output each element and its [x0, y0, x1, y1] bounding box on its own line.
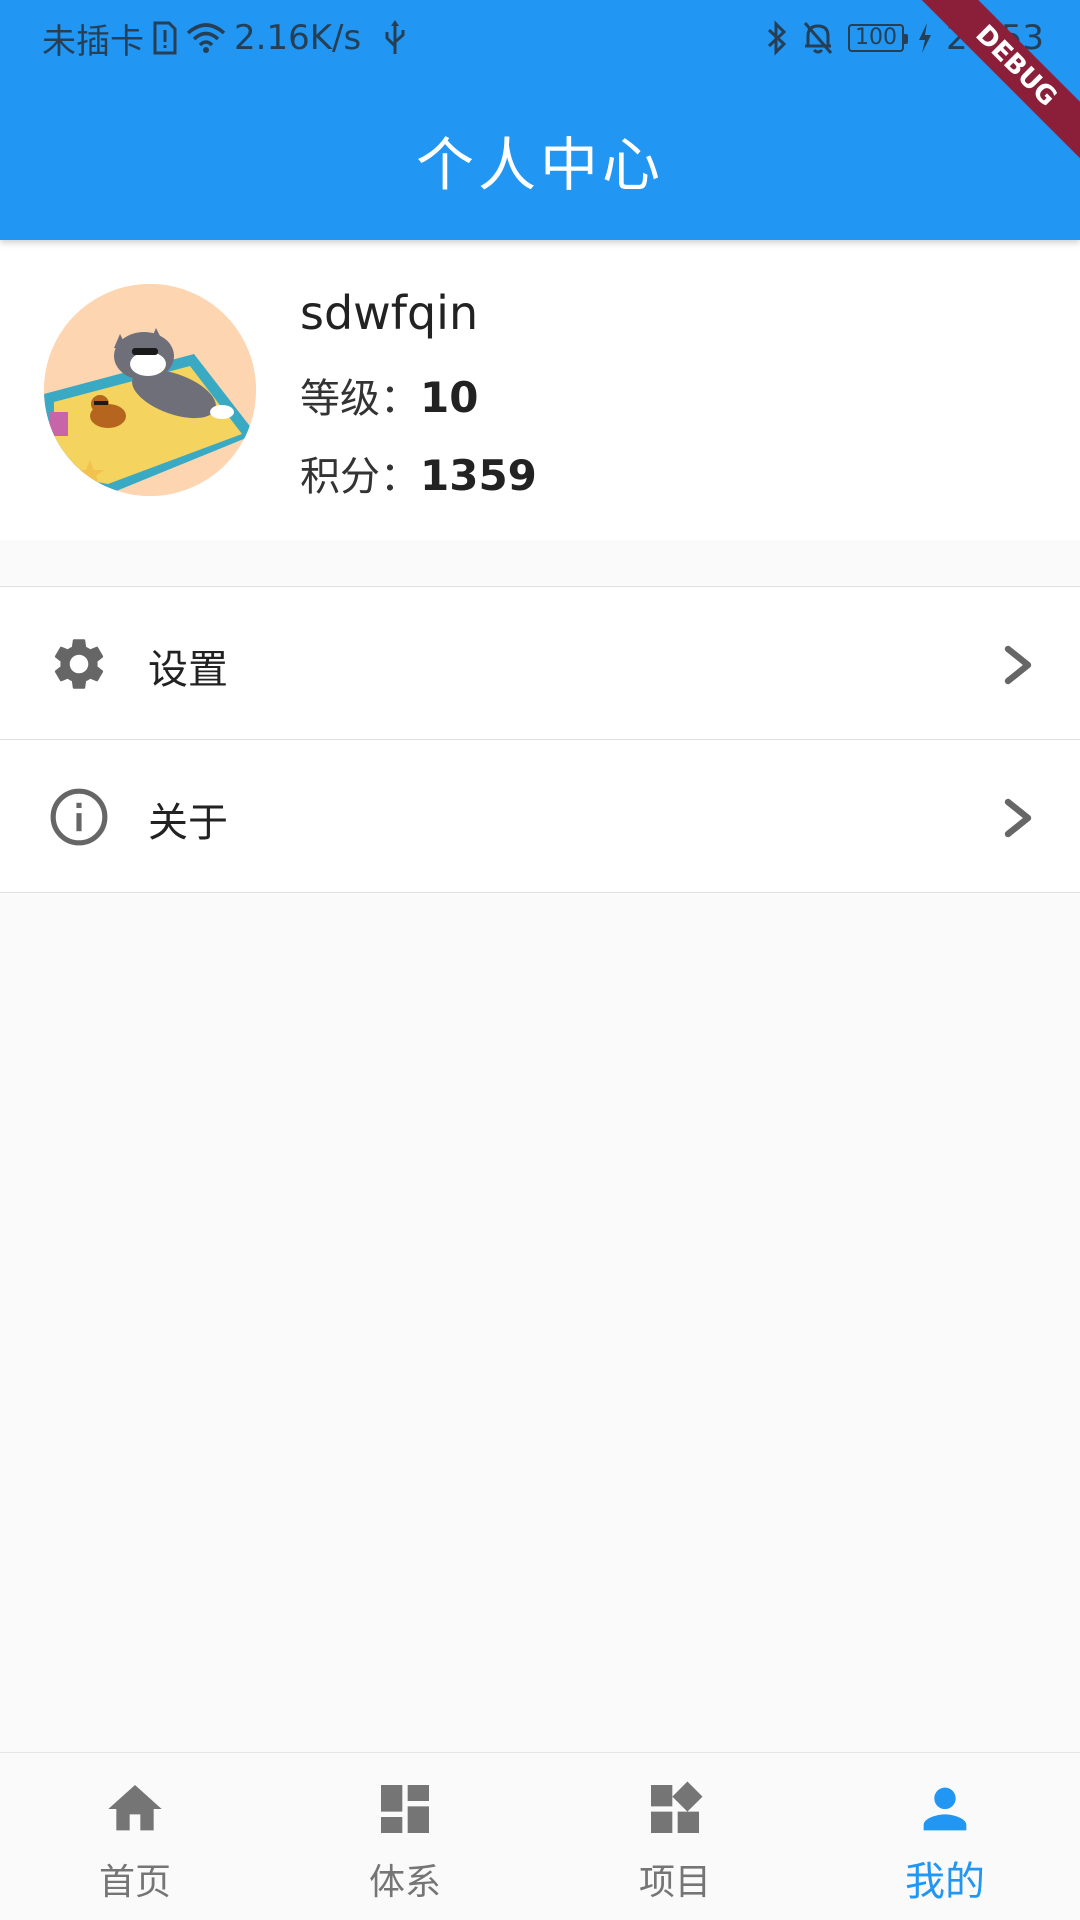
avatar[interactable]: [44, 284, 256, 496]
person-icon: [923, 1787, 967, 1831]
bluetooth-icon: [766, 20, 788, 56]
network-speed-text: 2.16K/s: [234, 18, 362, 58]
menu-item-settings-label: 设置: [148, 647, 228, 693]
avatar-image: [44, 284, 256, 496]
usb-icon: [383, 20, 407, 56]
app-bar: 未插卡 2.16K/s 100 个人中心 DEBUG: [0, 0, 1080, 240]
points-label: 积分：: [300, 454, 420, 500]
page-title: 个人中心: [415, 131, 664, 199]
user-name: sdwfqin: [300, 286, 479, 340]
menu-item-about-label: 关于: [148, 800, 228, 846]
nav-item-projects[interactable]: 项目: [540, 1753, 810, 1920]
menu-item-about[interactable]: 关于: [0, 740, 1080, 893]
nav-item-mine[interactable]: 我的: [810, 1753, 1080, 1920]
charging-icon: [918, 23, 932, 53]
nav-item-home[interactable]: 首页: [0, 1753, 270, 1920]
status-bar: 未插卡 2.16K/s 100: [0, 0, 1080, 76]
points-value: 1359: [420, 451, 537, 500]
chevron-right-icon: [1004, 645, 1032, 685]
level-value: 10: [420, 373, 479, 422]
menu-item-settings[interactable]: 设置: [0, 587, 1080, 740]
level-label: 等级：: [300, 376, 420, 422]
nav-item-home-label: 首页: [98, 1862, 171, 1903]
info-icon: [50, 788, 108, 846]
sim-alert-icon: [152, 21, 178, 55]
profile-card[interactable]: sdwfqin 等级： 10 积分： 1359: [0, 240, 1080, 540]
widgets-icon: [651, 1781, 703, 1833]
carrier-text: 未插卡: [42, 21, 144, 62]
mute-bell-icon: [802, 20, 834, 56]
points-row: 积分： 1359: [300, 444, 537, 502]
dashboard-icon: [381, 1785, 429, 1833]
gear-icon: [54, 639, 104, 689]
home-icon: [108, 1785, 162, 1831]
wifi-icon: [186, 21, 226, 55]
settings-menu: 设置 关于: [0, 586, 1080, 893]
nav-item-system[interactable]: 体系: [270, 1753, 540, 1920]
level-row: 等级： 10: [300, 366, 478, 424]
nav-item-mine-label: 我的: [905, 1859, 985, 1905]
nav-item-system-label: 体系: [368, 1862, 441, 1903]
nav-item-projects-label: 项目: [638, 1862, 711, 1903]
status-left: 未插卡 2.16K/s: [42, 14, 407, 62]
bottom-navigation: 首页 体系 项目 我的: [0, 1752, 1080, 1920]
chevron-right-icon: [1004, 798, 1032, 838]
battery-indicator: 100: [848, 24, 909, 52]
